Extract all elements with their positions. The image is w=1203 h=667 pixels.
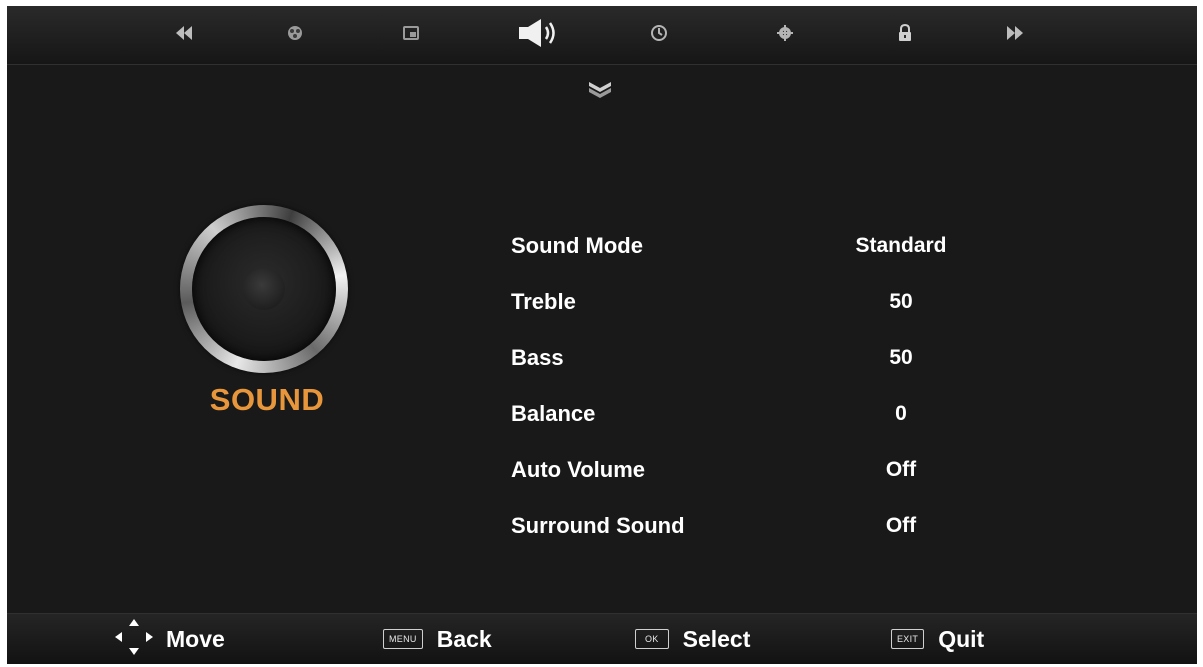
footer-hint-bar: Move MENU Back OK Select EXIT Quit bbox=[7, 613, 1197, 664]
menu-item-label: Sound Mode bbox=[511, 233, 643, 258]
lock-icon[interactable] bbox=[893, 20, 917, 46]
menu-item-value: 50 bbox=[889, 290, 913, 313]
section-title: SOUND bbox=[209, 382, 325, 417]
back-hint[interactable]: MENU Back bbox=[383, 614, 492, 664]
menu-item-label: Treble bbox=[511, 289, 576, 314]
channel-icon[interactable] bbox=[399, 20, 423, 46]
move-arrows-icon bbox=[112, 617, 156, 662]
menu-item-sound-mode[interactable]: Sound Mode Standard bbox=[511, 228, 1071, 284]
menu-item-value: 50 bbox=[889, 346, 913, 369]
setup-icon[interactable] bbox=[773, 20, 797, 46]
double-chevron-down-icon bbox=[587, 80, 613, 103]
back-label: Back bbox=[436, 625, 492, 652]
menu-item-label: Auto Volume bbox=[511, 457, 646, 482]
menu-item-label: Surround Sound bbox=[511, 513, 685, 538]
speaker-icon bbox=[180, 205, 348, 373]
tv-osd-screen: SOUND Sound Mode Standard Treble 50 Bass… bbox=[7, 6, 1197, 664]
sound-settings-menu: Sound Mode Standard Treble 50 Bass 50 Ba… bbox=[511, 228, 1071, 564]
select-hint[interactable]: OK Select bbox=[635, 614, 750, 664]
menu-item-label: Balance bbox=[511, 401, 596, 426]
menu-item-surround-sound[interactable]: Surround Sound Off bbox=[511, 508, 1071, 564]
ok-key-icon: OK bbox=[635, 629, 669, 649]
menu-item-value: 0 bbox=[895, 402, 907, 425]
menu-item-bass[interactable]: Bass 50 bbox=[511, 340, 1071, 396]
menu-item-value: Off bbox=[885, 458, 917, 481]
picture-icon[interactable] bbox=[283, 20, 307, 46]
menu-item-label: Bass bbox=[511, 345, 564, 370]
quit-hint[interactable]: EXIT Quit bbox=[891, 614, 984, 664]
menu-item-auto-volume[interactable]: Auto Volume Off bbox=[511, 452, 1071, 508]
menu-item-value: Off bbox=[885, 514, 917, 537]
move-hint: Move bbox=[112, 614, 225, 664]
top-nav-bar bbox=[7, 6, 1197, 65]
menu-item-treble[interactable]: Treble 50 bbox=[511, 284, 1071, 340]
menu-key-icon: MENU bbox=[383, 629, 423, 649]
move-label: Move bbox=[166, 625, 225, 652]
time-icon[interactable] bbox=[647, 20, 671, 46]
sound-icon[interactable] bbox=[515, 19, 563, 47]
menu-item-value: Standard bbox=[855, 234, 947, 257]
menu-item-balance[interactable]: Balance 0 bbox=[511, 396, 1071, 452]
quit-label: Quit bbox=[938, 625, 985, 652]
double-left-arrow-icon[interactable] bbox=[172, 20, 196, 46]
exit-key-icon: EXIT bbox=[891, 629, 925, 649]
double-right-arrow-icon[interactable] bbox=[1003, 20, 1027, 46]
select-label: Select bbox=[682, 625, 751, 652]
